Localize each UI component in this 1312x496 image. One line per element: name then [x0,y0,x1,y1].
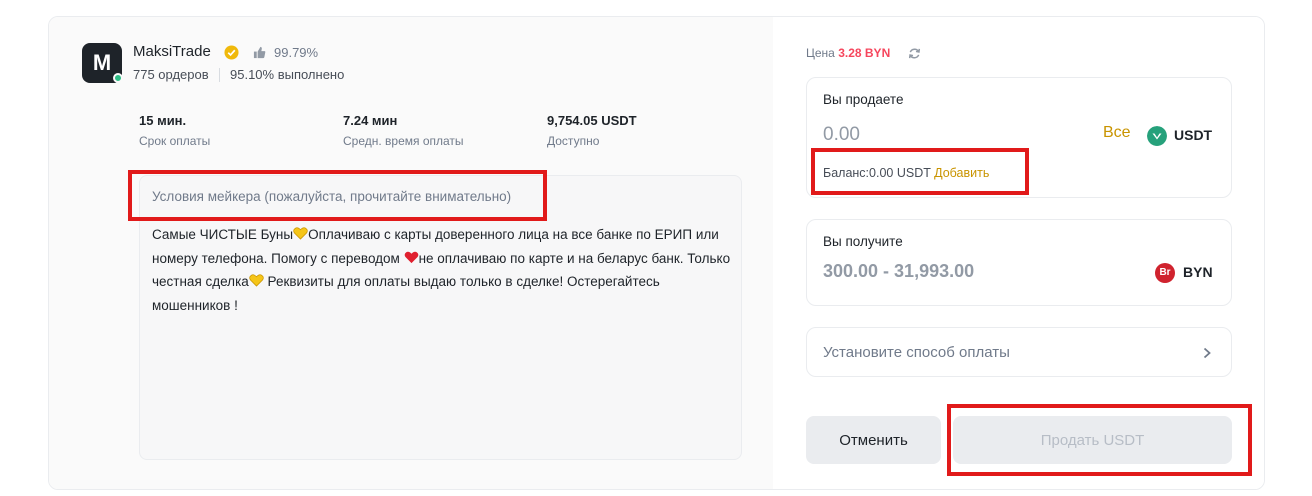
sell-currency: USDT [1174,127,1213,143]
chevron-right-icon [1203,347,1211,359]
receive-amount-panel: Вы получите 300.00 - 31,993.00 Br BYN [806,219,1232,306]
payment-time-label: Срок оплаты [139,134,211,148]
receive-range: 300.00 - 31,993.00 [823,261,975,281]
verified-icon [224,45,239,60]
maker-info-pane: M MaksiTrade 99.79% 775 ордеров 95.10% в… [49,17,773,489]
yellow-heart-icon [293,227,308,240]
receive-currency: BYN [1183,264,1213,280]
refresh-icon[interactable] [908,47,921,60]
price-display: Цена 3.28 BYN [806,46,890,60]
usdt-coin-icon [1147,126,1167,146]
available-value: 9,754.05 USDT [547,113,637,128]
payment-time-value: 15 мин. [139,113,187,128]
order-count: 775 ордеров [133,67,209,82]
completion-rate: 95.10% выполнено [230,67,345,82]
order-card: M MaksiTrade 99.79% 775 ордеров 95.10% в… [48,16,1265,490]
red-heart-icon [404,251,418,263]
price-value: 3.28 BYN [838,46,891,60]
sell-panel-title: Вы продаете [823,92,904,107]
payment-method-label: Установите способ оплаты [823,344,1010,361]
payment-method-selector[interactable]: Установите способ оплаты [806,327,1232,377]
sell-usdt-button[interactable]: Продать USDT [953,416,1232,464]
available-label: Доступно [547,134,600,148]
balance-row: Баланс:0.00 USDT Добавить [823,166,989,180]
avg-payment-time-label: Средн. время оплаты [343,134,464,148]
avg-payment-time-value: 7.24 мин [343,113,398,128]
terms-title: Условия мейкера (пожалуйста, прочитайте … [152,189,512,204]
sell-amount-panel: Вы продаете Все USDT Баланс:0.00 USDT До… [806,77,1232,198]
maker-name[interactable]: MaksiTrade [133,43,211,60]
online-status-dot [113,73,123,83]
add-funds-link[interactable]: Добавить [934,166,989,180]
balance-text: Баланс:0.00 USDT [823,166,931,180]
thumbs-up-icon [253,46,266,59]
trade-form-pane: Цена 3.28 BYN Вы продаете Все USDT Балан… [773,17,1264,489]
receive-panel-title: Вы получите [823,234,903,249]
sell-amount-input[interactable] [823,124,1073,146]
byn-coin-icon: Br [1155,263,1175,283]
cancel-button[interactable]: Отменить [806,416,941,464]
terms-text: Самые ЧИСТЫЕ Буны Оплачиваю с карты довер… [152,223,732,317]
divider [219,68,220,82]
maker-rating: 99.79% [274,45,319,60]
price-label: Цена [806,46,835,60]
maker-terms-box: Условия мейкера (пожалуйста, прочитайте … [139,175,742,460]
terms-text-part: Самые ЧИСТЫЕ Буны [152,227,294,242]
yellow-heart-icon [249,274,264,287]
all-button[interactable]: Все [1103,124,1131,142]
